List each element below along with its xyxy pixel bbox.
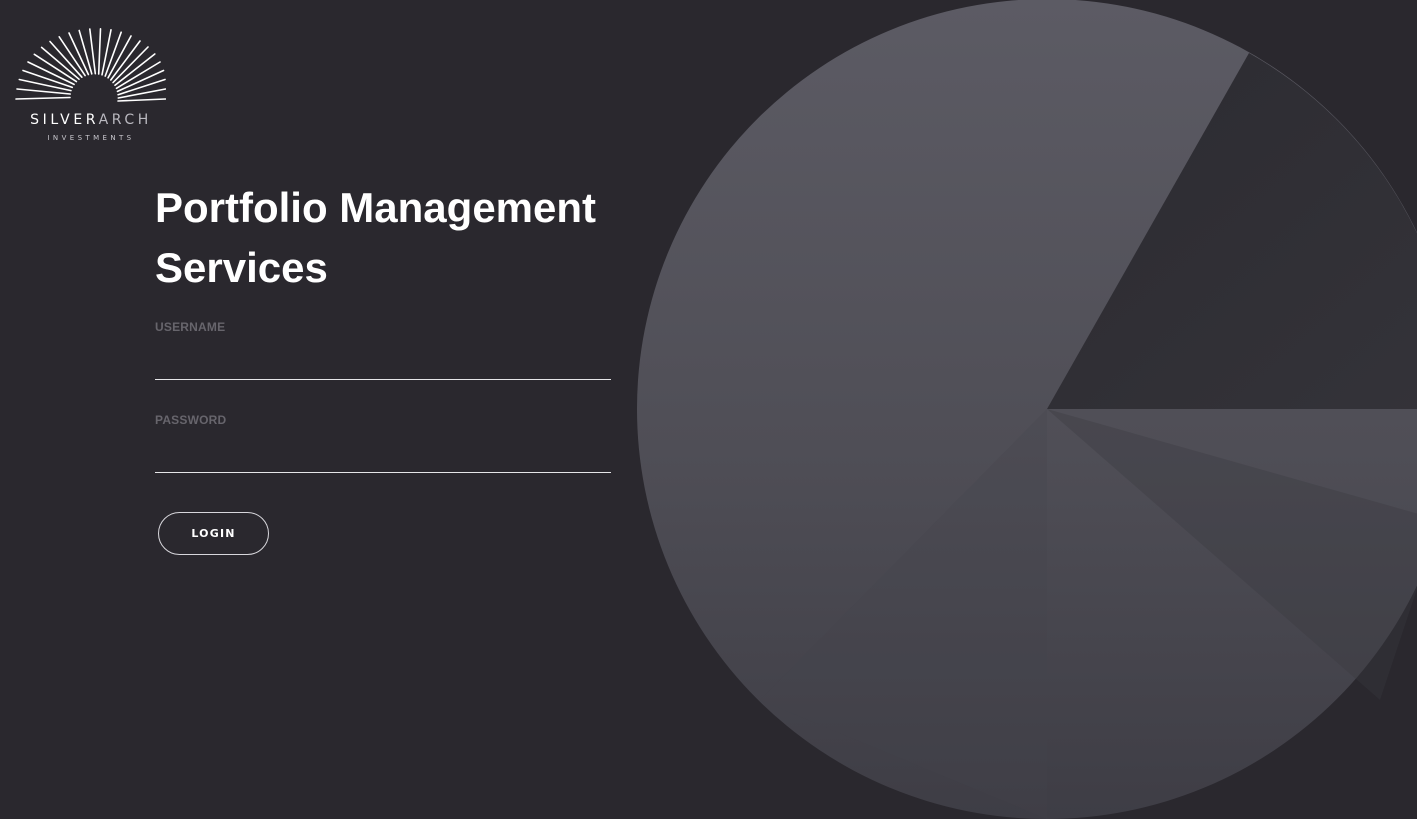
username-input[interactable] xyxy=(155,340,611,380)
page-title: Portfolio Management Services xyxy=(155,184,597,291)
brand-name-arch: ARCH xyxy=(98,112,152,128)
password-field-group: PASSWORD xyxy=(155,413,611,473)
password-label: PASSWORD xyxy=(155,413,227,427)
brand-name-silver: SILVER xyxy=(30,112,99,128)
username-label: USERNAME xyxy=(155,320,226,334)
password-input[interactable] xyxy=(155,433,611,473)
sunburst-arch-icon xyxy=(15,28,166,102)
logo[interactable]: SILVERARCH INVESTMENTS xyxy=(14,22,166,146)
brand-tagline: INVESTMENTS xyxy=(47,134,135,142)
username-field-group: USERNAME xyxy=(155,320,611,380)
background-disc-graphic xyxy=(637,0,1417,819)
brand-wordmark: SILVERARCH xyxy=(16,112,166,128)
login-button[interactable]: LOGIN xyxy=(158,512,269,555)
